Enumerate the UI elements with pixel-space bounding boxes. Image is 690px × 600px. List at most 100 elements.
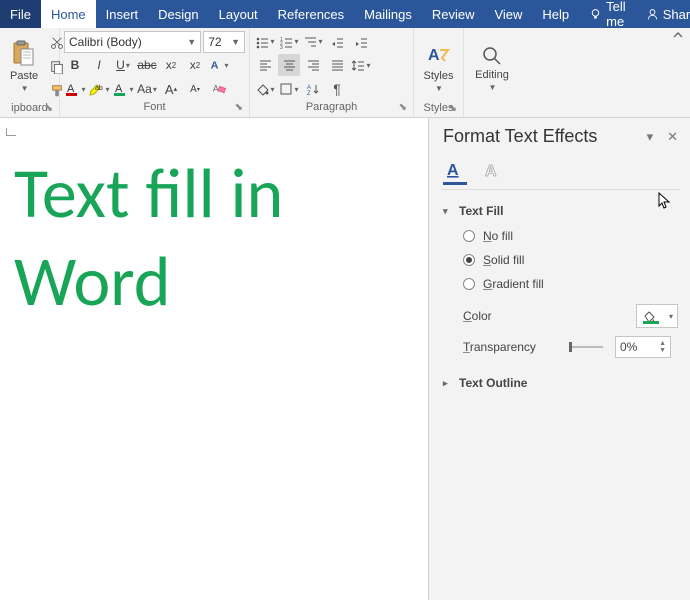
text-effects-button[interactable]: A▾ (208, 54, 230, 76)
align-left-button[interactable] (254, 54, 276, 76)
pane-tab-text-fill-outline[interactable]: A (443, 157, 467, 185)
borders-button[interactable]: ▾ (278, 78, 300, 100)
shading-button[interactable]: ▾ (254, 78, 276, 100)
decrease-indent-button[interactable] (326, 31, 348, 53)
text-fill-color-button[interactable]: A▾ (112, 78, 134, 100)
collapse-ribbon-icon[interactable] (672, 30, 684, 42)
dialog-launcher-icon[interactable]: ⬊ (399, 102, 407, 113)
svg-text:A: A (447, 162, 459, 179)
radio-gradient-fill[interactable]: Gradient fill (463, 277, 678, 291)
eraser-icon: A (212, 82, 226, 96)
tab-layout[interactable]: Layout (209, 0, 268, 28)
editing-button[interactable]: Editing ▼ (469, 30, 515, 102)
sort-icon: AZ (306, 82, 320, 96)
bullets-button[interactable]: ▾ (254, 31, 276, 53)
show-marks-button[interactable]: ¶ (326, 78, 348, 100)
tab-design[interactable]: Design (148, 0, 208, 28)
line-spacing-button[interactable]: ▾ (350, 54, 372, 76)
lightbulb-icon (589, 8, 602, 21)
chevron-down-icon: ▼ (489, 83, 497, 92)
styles-label: Styles (424, 70, 454, 82)
numbering-icon: 123 (279, 35, 293, 49)
justify-button[interactable] (326, 54, 348, 76)
transparency-spinner[interactable]: 0% ▲▼ (615, 336, 671, 358)
group-editing-label (468, 102, 516, 117)
tab-share[interactable]: Share (636, 0, 690, 28)
indent-icon (354, 35, 368, 49)
justify-icon (330, 58, 344, 72)
spin-up-icon[interactable]: ▲ (659, 340, 666, 347)
align-right-button[interactable] (302, 54, 324, 76)
slider-thumb[interactable] (569, 342, 572, 352)
italic-button[interactable]: I (88, 54, 110, 76)
dialog-launcher-icon[interactable]: ⬊ (449, 103, 457, 114)
pane-close-button[interactable]: ✕ (667, 129, 678, 145)
font-size-combo[interactable]: 72▼ (203, 31, 245, 53)
tab-file[interactable]: File (0, 0, 41, 28)
font-color-button[interactable]: A▾ (64, 78, 86, 100)
group-font-label: Font⬊ (64, 101, 245, 117)
borders-icon (279, 82, 293, 96)
chevron-down-icon: ▾ (669, 312, 673, 321)
text-fill-icon: A (112, 81, 128, 97)
chevron-down-icon: ▼ (187, 37, 196, 47)
svg-text:A: A (213, 84, 219, 94)
grow-font-button[interactable]: A▴ (160, 78, 182, 100)
sort-button[interactable]: AZ (302, 78, 324, 100)
clear-formatting-button[interactable]: A (208, 78, 230, 100)
tab-tellme[interactable]: Tell me (579, 0, 636, 28)
text-outline-header-label: Text Outline (459, 376, 527, 390)
subscript-button[interactable]: x2 (160, 54, 182, 76)
color-row: Color ▾ (463, 304, 678, 328)
tab-view[interactable]: View (484, 0, 532, 28)
multilevel-button[interactable]: ▾ (302, 31, 324, 53)
radio-solid-fill[interactable]: Solid fill (463, 253, 678, 267)
pane-options-button[interactable]: ▾ (647, 129, 654, 145)
document-canvas[interactable]: Text fill in Word (0, 118, 428, 600)
paste-button[interactable]: Paste ▼ (4, 30, 44, 102)
color-label: Color (463, 309, 563, 323)
dialog-launcher-icon[interactable]: ⬊ (235, 102, 243, 113)
text-fill-section-header[interactable]: ▾ Text Fill (443, 204, 678, 218)
tab-mailings[interactable]: Mailings (354, 0, 422, 28)
multilevel-icon (303, 35, 317, 49)
shrink-font-button[interactable]: A▾ (184, 78, 206, 100)
highlight-button[interactable]: ab▾ (88, 78, 110, 100)
group-styles: A Styles ▼ Styles ⬊ (414, 28, 464, 117)
font-color-icon: A (64, 81, 80, 97)
dialog-launcher-icon[interactable]: ⬊ (45, 103, 53, 114)
change-case-button[interactable]: Aa▾ (136, 78, 158, 100)
tab-review[interactable]: Review (422, 0, 485, 28)
font-name-combo[interactable]: Calibri (Body)▼ (64, 31, 201, 53)
document-text[interactable]: Text fill in Word (0, 118, 428, 325)
color-picker-button[interactable]: ▾ (636, 304, 678, 328)
ribbon-tabs: File Home Insert Design Layout Reference… (0, 0, 690, 28)
pane-tab-text-effects[interactable]: A (481, 157, 505, 185)
tab-references[interactable]: References (268, 0, 354, 28)
tab-tellme-label: Tell me (606, 0, 626, 29)
transparency-slider[interactable] (569, 346, 603, 348)
superscript-button[interactable]: x2 (184, 54, 206, 76)
strikethrough-button[interactable]: abc (136, 54, 158, 76)
styles-button[interactable]: A Styles ▼ (418, 30, 460, 102)
tab-help[interactable]: Help (532, 0, 579, 28)
radio-no-fill[interactable]: No fill (463, 229, 678, 243)
format-text-effects-pane: Format Text Effects ▾ ✕ A A ▾ Text Fill … (428, 118, 690, 600)
svg-text:A: A (211, 60, 219, 72)
align-center-button[interactable] (278, 54, 300, 76)
main-area: Text fill in Word Format Text Effects ▾ … (0, 118, 690, 600)
spin-down-icon[interactable]: ▼ (659, 347, 666, 354)
increase-indent-button[interactable] (350, 31, 372, 53)
svg-text:A: A (428, 47, 440, 64)
group-clipboard-label: ipboard⬊ (4, 102, 55, 117)
radio-solid-fill-label: Solid fill (483, 253, 524, 267)
tab-home[interactable]: Home (41, 0, 96, 28)
bold-button[interactable]: B (64, 54, 86, 76)
text-outline-section-header[interactable]: ▸ Text Outline (443, 376, 678, 390)
tab-insert[interactable]: Insert (96, 0, 149, 28)
svg-text:3: 3 (280, 45, 283, 49)
radio-icon (463, 278, 475, 290)
underline-button[interactable]: U▾ (112, 54, 134, 76)
numbering-button[interactable]: 123▾ (278, 31, 300, 53)
svg-text:Z: Z (307, 91, 311, 96)
